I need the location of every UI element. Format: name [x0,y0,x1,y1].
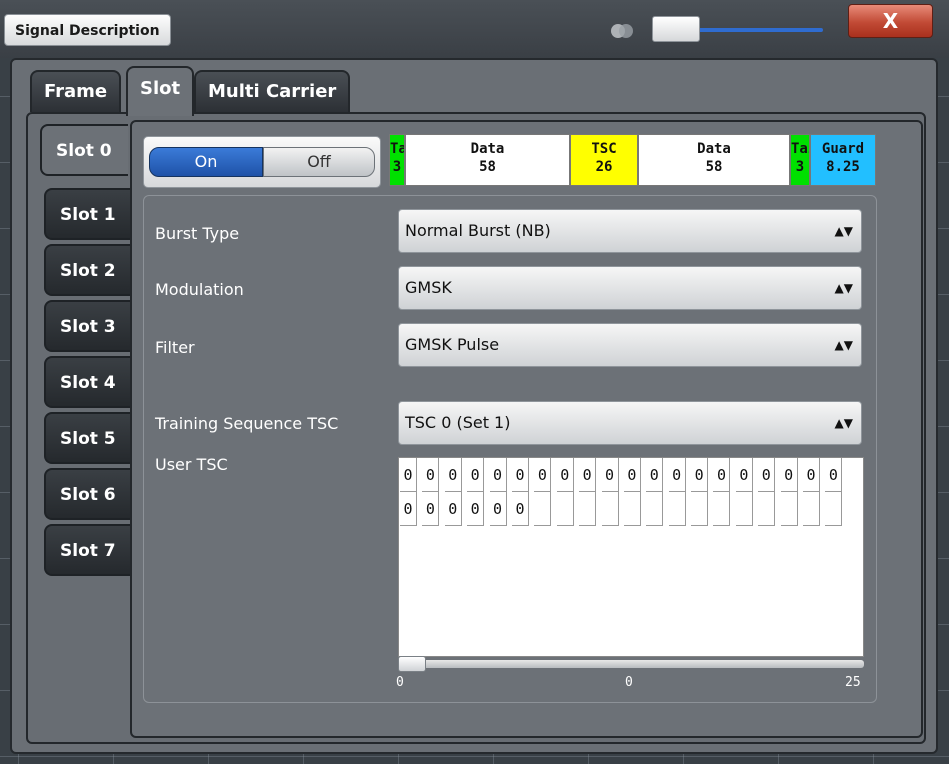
burst-type-dropdown[interactable]: Normal Burst (NB) ▲▼ [398,209,862,253]
tsc-cell[interactable] [623,492,641,526]
tsc-cell[interactable] [646,492,664,526]
tsc-cell[interactable]: 0 [601,458,619,492]
tsc-cell[interactable]: 0 [668,458,686,492]
tsc-cell[interactable] [601,492,619,526]
tsc-cell[interactable]: 0 [713,458,731,492]
burst-type-label: Burst Type [155,224,240,243]
slot-tab-2[interactable]: Slot 2 [44,244,130,296]
user-tsc-table[interactable]: 00000000000000000000 000000 [398,457,864,657]
tsc-cell[interactable]: 0 [803,458,821,492]
tsc-cell[interactable]: 0 [780,458,798,492]
burst-guard-segment: Guard 8.25 [810,134,876,186]
tsc-cell[interactable]: 0 [534,458,552,492]
tsc-cell[interactable]: 0 [511,458,529,492]
modulation-dropdown[interactable]: GMSK ▲▼ [398,266,862,310]
table-row: 00000000000000000000 [400,458,848,492]
tsc-cell[interactable]: 0 [489,492,507,526]
tsc-cell[interactable]: 0 [691,458,709,492]
tsc-cell[interactable]: 0 [444,492,462,526]
tsc-cell[interactable]: 0 [825,458,843,492]
slot-tab-4[interactable]: Slot 4 [44,356,130,408]
slot-tab-6[interactable]: Slot 6 [44,468,130,520]
close-button[interactable]: X [848,4,933,38]
tsc-cell[interactable] [825,492,843,526]
dropdown-arrow-icon: ▲▼ [834,281,853,295]
tsc-cell[interactable]: 0 [422,458,440,492]
tsc-cell[interactable] [713,492,731,526]
burst-type-value: Normal Burst (NB) [405,221,551,240]
scroll-scale-center: 0 [625,675,633,690]
transparency-slider-track[interactable] [690,28,823,32]
tsc-cell[interactable]: 0 [579,458,597,492]
tsc-cell[interactable]: 0 [422,492,440,526]
tsc-cell[interactable]: 0 [400,458,417,492]
dropdown-arrow-icon: ▲▼ [834,416,853,430]
slot-tab-7[interactable]: Slot 7 [44,524,130,576]
tsc-cell[interactable]: 0 [400,492,417,526]
tsc-cell[interactable]: 0 [646,458,664,492]
slot-tab-1[interactable]: Slot 1 [44,188,130,240]
tsc-cell[interactable] [735,492,753,526]
filter-dropdown[interactable]: GMSK Pulse ▲▼ [398,323,862,367]
burst-data-segment: Data 58 [405,134,570,186]
tsc-cell[interactable]: 0 [623,458,641,492]
title-bar: Signal Description X [0,0,949,58]
toggle-off-button[interactable]: Off [263,147,375,177]
tsc-cell[interactable]: 0 [489,458,507,492]
tsc-cell[interactable]: 0 [735,458,753,492]
burst-tail-segment: Tail 3 [389,134,405,186]
tsc-cell[interactable] [691,492,709,526]
training-sequence-value: TSC 0 (Set 1) [405,413,511,432]
window-title: Signal Description [4,14,171,46]
scroll-scale-left: 0 [396,675,404,690]
slot-active-toggle[interactable]: On Off [143,136,381,188]
modulation-label: Modulation [155,280,244,299]
burst-tsc-segment: TSC 26 [570,134,638,186]
tab-multi-carrier[interactable]: Multi Carrier [194,70,351,112]
burst-data-segment: Data 58 [638,134,790,186]
filter-label: Filter [155,338,195,357]
transparency-slider-thumb[interactable] [652,16,700,42]
toggle-on-button[interactable]: On [149,147,263,177]
tsc-cell[interactable]: 0 [511,492,529,526]
filter-value: GMSK Pulse [405,335,500,354]
training-sequence-dropdown[interactable]: TSC 0 (Set 1) ▲▼ [398,401,862,445]
tsc-cell[interactable] [534,492,552,526]
training-sequence-label: Training Sequence TSC [155,414,339,433]
tsc-scrollbar-thumb[interactable] [398,656,426,672]
tsc-scrollbar-track[interactable] [398,660,864,668]
scroll-scale-right: 25 [845,675,861,690]
burst-tail-segment: Tail 3 [790,134,810,186]
tab-frame[interactable]: Frame [30,70,122,112]
slot-tab-3[interactable]: Slot 3 [44,300,130,352]
tsc-cell[interactable] [758,492,776,526]
tsc-cell[interactable]: 0 [556,458,574,492]
tsc-cell[interactable] [556,492,574,526]
tsc-cell[interactable] [780,492,798,526]
table-row: 000000 [400,492,848,526]
tsc-cell[interactable]: 0 [758,458,776,492]
tsc-cell[interactable] [579,492,597,526]
tsc-cell[interactable]: 0 [467,492,485,526]
tsc-cell[interactable] [803,492,821,526]
transparency-icon [611,22,635,40]
tab-slot[interactable]: Slot [126,66,195,116]
tsc-cell[interactable]: 0 [444,458,462,492]
modulation-value: GMSK [405,278,452,297]
tsc-cell[interactable]: 0 [467,458,485,492]
dropdown-arrow-icon: ▲▼ [834,338,853,352]
slot-tab-0[interactable]: Slot 0 [40,124,128,176]
user-tsc-label: User TSC [155,455,228,474]
tsc-cell[interactable] [668,492,686,526]
slot-tab-5[interactable]: Slot 5 [44,412,130,464]
dropdown-arrow-icon: ▲▼ [834,224,853,238]
